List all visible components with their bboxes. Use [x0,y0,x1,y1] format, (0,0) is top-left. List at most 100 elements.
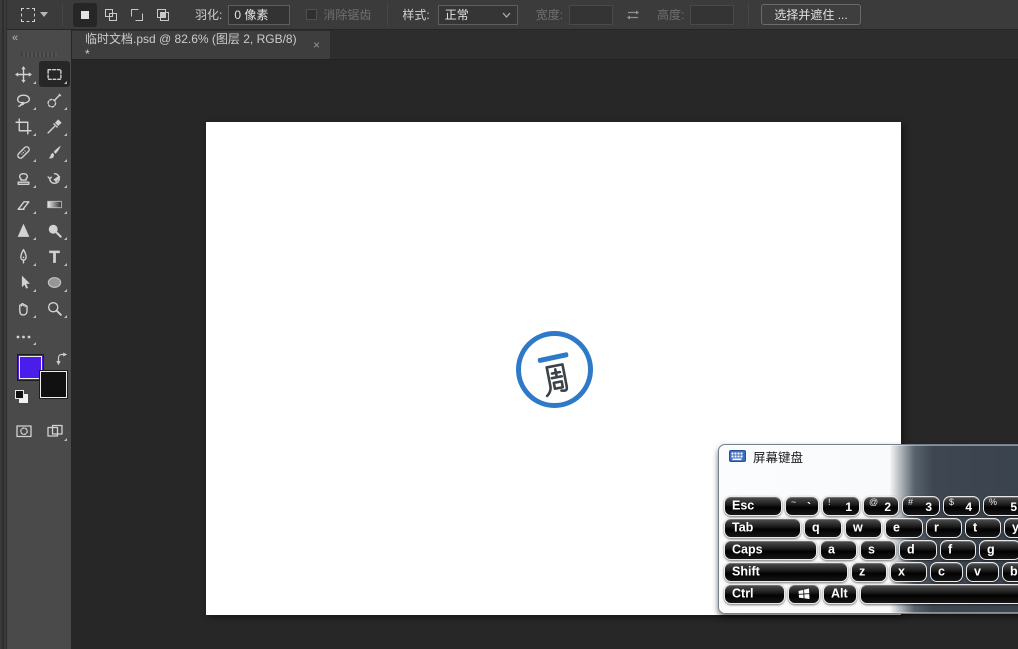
key-e[interactable]: e [885,518,923,538]
document-tab-title: 临时文档.psd @ 82.6% (图层 2, RGB/8) * [85,31,297,61]
logo-characters [512,327,598,413]
key-a[interactable]: a [820,540,857,560]
key-space[interactable] [860,584,1018,604]
tool-sharpen[interactable] [8,217,39,243]
key-z[interactable]: z [851,562,887,582]
chevron-down-icon [40,12,48,17]
tool-rectangular-marquee[interactable] [39,61,70,87]
keyboard-icon [729,450,746,462]
tools-panel: « [7,30,72,649]
swap-width-height-icon[interactable] [625,8,641,22]
intersect-selection-button[interactable] [151,3,175,27]
quick-mask-button[interactable] [8,418,39,444]
tool-spot-healing-brush[interactable] [8,139,39,165]
color-widget [7,350,72,412]
key-4[interactable]: $4 [943,496,980,516]
tool-ellipse-shape[interactable] [39,269,70,295]
key-windows[interactable] [788,584,820,604]
key-f[interactable]: f [940,540,976,560]
tool-options-bar: 羽化: 消除锯齿 样式: 正常 宽度: 高度: 选择并遮住 ... [7,0,1018,30]
key-alt[interactable]: Alt [823,584,857,604]
key-`[interactable]: ~ ` [785,496,819,516]
key-v[interactable]: v [966,562,999,582]
document-tab[interactable]: 临时文档.psd @ 82.6% (图层 2, RGB/8) * × [72,31,330,61]
subtract-from-selection-button[interactable] [125,3,149,27]
chevron-down-icon [502,12,511,18]
tool-clone-stamp[interactable] [8,165,39,191]
key-1[interactable]: ! 1 [822,496,860,516]
edit-toolbar-ellipsis-icon[interactable] [8,326,39,348]
keyboard-keys: Esc ~ `! 1 @2 #3 $4% 5 Tab q w e r t y Caps a s d f g Shift z x… [724,496,1018,606]
key-r[interactable]: r [926,518,962,538]
collapse-panel-button[interactable]: « [12,32,18,44]
tool-pen[interactable] [8,243,39,269]
tool-quick-selection[interactable] [39,87,70,113]
new-selection-button[interactable] [73,2,97,27]
height-input[interactable] [690,4,735,25]
photoshop-window: 羽化: 消除锯齿 样式: 正常 宽度: 高度: 选择并遮住 ... 临时文档.p… [0,0,1018,649]
key-caps[interactable]: Caps [724,540,817,560]
tool-dodge[interactable] [39,217,70,243]
background-color-swatch[interactable] [40,371,67,398]
add-to-selection-button[interactable] [99,3,123,27]
tool-type[interactable] [39,243,70,269]
key-3[interactable]: #3 [902,496,940,516]
panel-grip[interactable] [21,52,57,57]
style-dropdown[interactable]: 正常 [437,4,518,25]
style-label: 样式: [402,8,430,22]
key-s[interactable]: s [860,540,896,560]
key-y[interactable]: y [1004,518,1018,538]
separator [62,3,63,26]
tool-path-selection[interactable] [8,269,39,295]
tool-hand[interactable] [8,295,39,321]
tool-lasso[interactable] [8,87,39,113]
feather-label: 羽化: [195,8,223,22]
select-and-mask-button[interactable]: 选择并遮住 ... [761,4,861,25]
default-colors-icon[interactable] [15,390,31,406]
feather-input[interactable] [228,4,291,25]
selection-mode-group [73,2,175,27]
windows-logo-icon [798,588,810,599]
key-5[interactable]: % 5 [983,496,1018,516]
swap-colors-icon[interactable] [55,352,69,370]
antialias-checkbox[interactable] [306,9,318,20]
key-b[interactable]: b [1002,562,1018,582]
screen-mode-button[interactable] [39,418,70,444]
tools-panel-bottom [8,418,70,444]
key-g[interactable]: g [979,540,1018,560]
key-q[interactable]: q [804,518,842,538]
tool-crop[interactable] [8,113,39,139]
tool-zoom[interactable] [39,295,70,321]
tool-eraser[interactable] [8,191,39,217]
width-input[interactable] [569,4,614,25]
tool-brush[interactable] [39,139,70,165]
key-t[interactable]: t [965,518,1001,538]
on-screen-keyboard-window: 屏幕键盘 Esc ~ `! 1 @2 #3 $4% 5 Tab q w e r t y Caps a s d f g Sh… [718,444,1018,614]
osk-titlebar[interactable]: 屏幕键盘 [719,445,1018,467]
tool-move[interactable] [8,61,39,87]
separator [387,3,389,26]
key-c[interactable]: c [930,562,963,582]
tool-gradient[interactable] [39,191,70,217]
key-shift[interactable]: Shift [724,562,848,582]
key-x[interactable]: x [890,562,927,582]
marquee-preset-icon [21,7,35,22]
canvas-pasteboard: 屏幕键盘 Esc ~ `! 1 @2 #3 $4% 5 Tab q w e r t y Caps a s d f g Sh… [72,60,1018,649]
key-tab[interactable]: Tab [724,518,801,538]
key-2[interactable]: @2 [863,496,899,516]
key-ctrl[interactable]: Ctrl [724,584,785,604]
tool-history-brush[interactable] [39,165,70,191]
panel-edge-grip [0,0,7,649]
key-d[interactable]: d [899,540,937,560]
osk-title: 屏幕键盘 [753,450,804,465]
height-label: 高度: [657,8,685,22]
close-tab-icon[interactable]: × [313,39,320,51]
key-w[interactable]: w [845,518,882,538]
tool-eyedropper[interactable] [39,113,70,139]
key-esc[interactable]: Esc [724,496,782,516]
separator [748,3,750,26]
tools-grid [8,61,70,321]
tool-preset-picker[interactable] [15,5,54,25]
document-tab-bar: 临时文档.psd @ 82.6% (图层 2, RGB/8) * × [72,30,1018,61]
antialias-label: 消除锯齿 [323,8,372,22]
